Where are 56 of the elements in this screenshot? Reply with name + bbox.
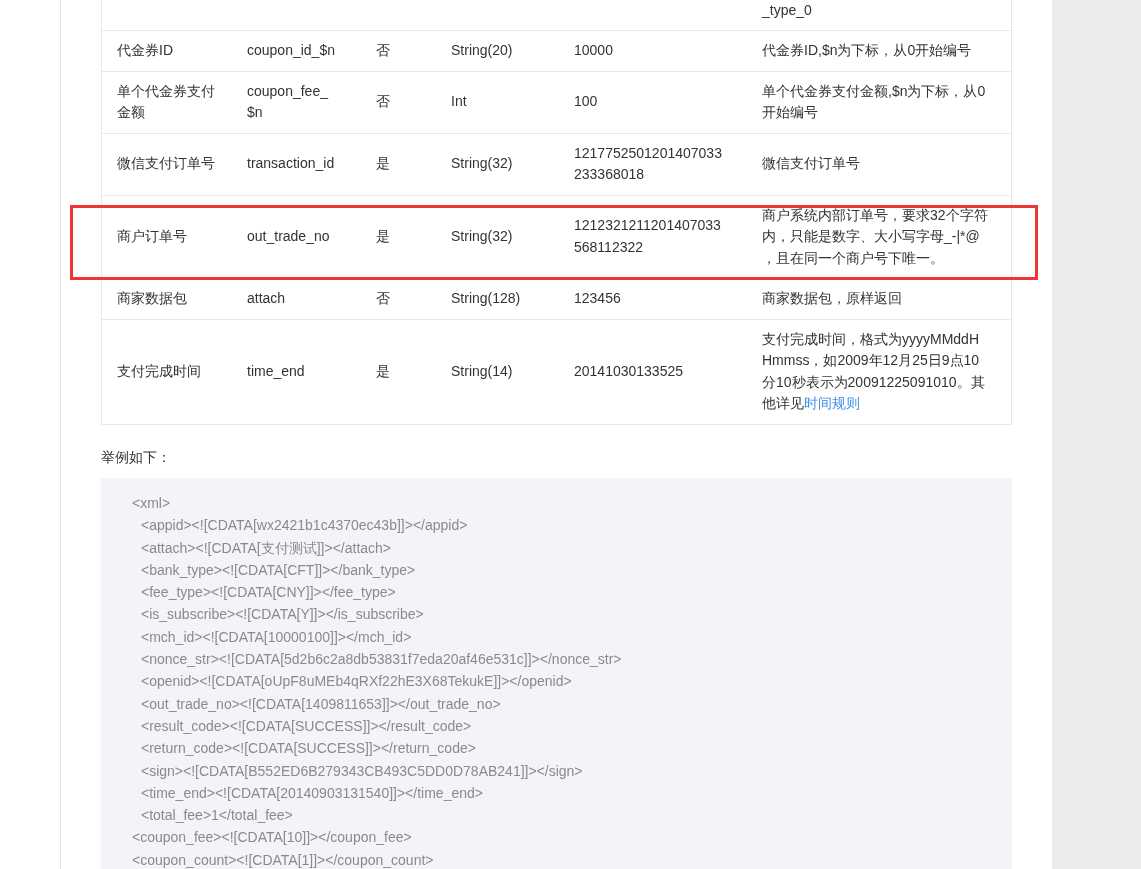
code-line: <bank_type><![CDATA[CFT]]></bank_type> xyxy=(141,561,416,578)
time-rules-link[interactable]: 时间规则 xyxy=(804,395,860,411)
code-line: <sign><![CDATA[B552ED6B279343CB493C5DD0D78AB241]]></sign> xyxy=(141,762,583,779)
table-cell: 123456 xyxy=(559,279,747,320)
code-line: <coupon_count><![CDATA[1]]></coupon_count> xyxy=(132,851,434,868)
table-cell: 支付完成时间 xyxy=(102,319,232,425)
code-line: <coupon_fee><![CDATA[10]]></coupon_fee> xyxy=(132,829,412,846)
table-cell: 100 xyxy=(559,71,747,134)
code-line: <total_fee>1</total_fee> xyxy=(141,807,293,824)
code-line: <result_code><![CDATA[SUCCESS]]></result_code> xyxy=(141,717,472,734)
table-cell: coupon_fee_$n xyxy=(232,71,361,134)
table-cell: time_end xyxy=(232,319,361,425)
table-cell: 商家数据包 xyxy=(102,279,232,320)
table-cell: String(20) xyxy=(436,31,559,72)
table-cell: 微信支付订单号 xyxy=(747,133,1011,196)
table-cell: transaction_id xyxy=(232,133,361,196)
table-cell: 微信支付订单号 xyxy=(102,133,232,196)
table-cell: 单个代金券支付金额,$n为下标，从0开始编号 xyxy=(747,71,1011,134)
code-line: <fee_type><![CDATA[CNY]]></fee_type> xyxy=(141,584,396,601)
code-line: <mch_id><![CDATA[10000100]]></mch_id> xyxy=(141,628,412,645)
table-cell: _type_0 xyxy=(747,0,1011,31)
table-cell: String(32) xyxy=(436,133,559,196)
code-line: <attach><![CDATA[支付测试]]></attach> xyxy=(141,539,392,556)
table-cell: 商户订单号 xyxy=(102,195,232,279)
table-cell: 代金券ID xyxy=(102,31,232,72)
table-cell: 1212321211201407033568112322 xyxy=(559,195,747,279)
code-line: <return_code><![CDATA[SUCCESS]]></return_code> xyxy=(141,740,476,757)
code-line: <appid><![CDATA[wx2421b1c4370ec43b]]></appid> xyxy=(141,517,468,534)
table-cell: 单个代金券支付金额 xyxy=(102,71,232,134)
table-cell: 否 xyxy=(361,71,436,134)
code-line: <out_trade_no><![CDATA[1409811653]]></out_trade_no> xyxy=(141,695,501,712)
table-cell: 10000 xyxy=(559,31,747,72)
table-cell: String(32) xyxy=(436,195,559,279)
table-cell: 是 xyxy=(361,133,436,196)
table-cell: 商户系统内部订单号，要求32个字符内，只能是数字、大小写字母_-|*@ ，且在同一个商户号下唯一。 xyxy=(747,195,1011,279)
table-cell: 否 xyxy=(361,31,436,72)
table-cell: String(14) xyxy=(436,319,559,425)
table-cell: 20141030133525 xyxy=(559,319,747,425)
table-cell: 是 xyxy=(361,319,436,425)
code-line: <xml> xyxy=(132,495,171,511)
code-line: <openid><![CDATA[oUpF8uMEb4qRXf22hE3X68TekukE]]></openid> xyxy=(141,673,572,690)
code-line: <time_end><![CDATA[20140903131540]]></time_end> xyxy=(141,784,483,801)
table-cell: out_trade_no xyxy=(232,195,361,279)
table-cell: String(128) xyxy=(436,279,559,320)
table-cell: coupon_id_$n xyxy=(232,31,361,72)
table-cell: 商家数据包，原样返回 xyxy=(747,279,1011,320)
table-cell: 1217752501201407033233368018 xyxy=(559,133,747,196)
table-cell: 支付完成时间，格式为yyyyMMddHHmmss，如2009年12月25日9点10分10秒表示为20091225091010。其他详见时间规则 xyxy=(747,319,1011,425)
example-heading: 举例如下： xyxy=(101,448,172,467)
table-cell: 代金券ID,$n为下标，从0开始编号 xyxy=(747,31,1011,72)
table-cell: Int xyxy=(436,71,559,134)
code-line: <is_subscribe><![CDATA[Y]]></is_subscribe> xyxy=(141,606,424,623)
code-line: <nonce_str><![CDATA[5d2b6c2a8db53831f7eda20af46e531c]]></nonce_str> xyxy=(141,651,622,668)
table-cell: 是 xyxy=(361,195,436,279)
table-cell: 否 xyxy=(361,279,436,320)
table-cell: attach xyxy=(232,279,361,320)
